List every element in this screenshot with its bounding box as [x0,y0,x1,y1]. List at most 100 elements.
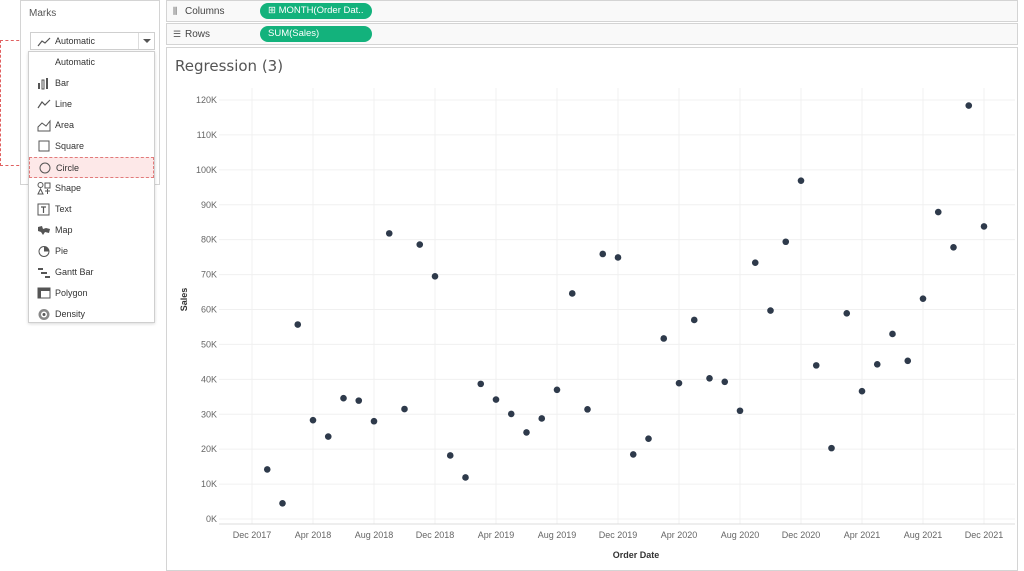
data-point[interactable] [904,357,912,365]
x-tick-label: Apr 2019 [478,530,515,540]
data-point[interactable] [751,259,759,267]
menu-item-text[interactable]: Text [29,199,154,220]
menu-item-polygon[interactable]: Polygon [29,283,154,304]
y-tick-label: 110K [197,130,217,140]
data-point[interactable] [629,451,637,458]
data-point[interactable] [889,330,896,338]
data-point[interactable] [385,230,393,237]
data-point[interactable] [340,394,347,402]
menu-item-bar[interactable]: Bar [29,73,154,94]
text-icon [37,203,51,216]
x-tick-label: Aug 2021 [904,530,943,540]
x-axis-title: Order Date [613,550,660,560]
chart-grid [219,88,1015,525]
area-icon [37,119,51,132]
density-icon [37,308,51,321]
x-tick-label: Apr 2018 [295,530,332,540]
data-point[interactable] [873,361,881,368]
data-points [263,102,988,507]
data-point[interactable] [828,444,835,452]
data-point[interactable] [980,223,988,230]
menu-item-circle[interactable]: Circle [29,157,154,178]
data-point[interactable] [950,244,957,251]
data-point[interactable] [263,466,271,473]
chevron-down-icon[interactable] [138,33,154,49]
data-point[interactable] [965,102,973,109]
x-tick-label: Apr 2021 [844,530,881,540]
rows-shelf[interactable]: ☰ Rows SUM(Sales) [166,23,1018,45]
data-point[interactable] [462,474,469,481]
columns-shelf[interactable]: ⫼ Columns ⊞ MONTH(Order Dat.. [166,0,1018,22]
data-point[interactable] [355,397,363,404]
data-point[interactable] [767,307,774,314]
marks-card-title: Marks [29,8,57,19]
menu-item-label: Density [55,309,86,319]
data-point[interactable] [934,208,942,216]
x-tick-label: Dec 2020 [782,530,821,540]
menu-item-map[interactable]: Map [29,220,154,241]
menu-item-label: Pie [55,246,69,256]
menu-item-square[interactable]: Square [29,136,154,157]
data-point[interactable] [599,250,607,258]
columns-shelf-label: Columns [185,6,225,17]
data-point[interactable] [706,374,713,382]
menu-item-automatic[interactable]: Automatic [29,52,154,73]
menu-item-pie[interactable]: Pie [29,241,154,262]
data-point[interactable] [675,379,683,387]
data-point[interactable] [919,295,927,302]
data-point[interactable] [279,499,286,507]
y-tick-label: 50K [201,339,217,349]
data-point[interactable] [614,254,622,261]
menu-item-label: Bar [55,78,70,88]
menu-item-gantt-bar[interactable]: Gantt Bar [29,262,154,283]
data-point[interactable] [736,407,744,415]
data-point[interactable] [568,290,576,297]
x-tick-label: Aug 2018 [355,530,394,540]
data-point[interactable] [477,380,485,388]
x-tick-label: Apr 2020 [661,530,698,540]
data-point[interactable] [523,429,530,436]
menu-item-label: Area [55,120,75,130]
data-point[interactable] [584,406,591,413]
data-point[interactable] [538,415,546,422]
data-point[interactable] [370,417,378,425]
rows-pill[interactable]: SUM(Sales) [260,26,372,42]
data-point[interactable] [721,378,729,386]
data-point[interactable] [416,241,424,248]
data-point[interactable] [843,310,851,317]
x-tick-label: Dec 2017 [233,530,272,540]
data-point[interactable] [492,396,500,403]
data-point[interactable] [812,362,820,369]
x-tick-label: Aug 2019 [538,530,577,540]
data-point[interactable] [782,238,790,246]
mark-type-selected-label: Automatic [55,36,96,46]
menu-item-area[interactable]: Area [29,115,154,136]
data-point[interactable] [294,321,302,328]
columns-pill[interactable]: ⊞ MONTH(Order Dat.. [260,3,372,19]
x-axis-ticks: Dec 2017 Apr 2018 Aug 2018 Dec 2018 Apr 2019… [233,530,1004,540]
y-tick-label: 30K [201,409,217,419]
menu-item-shape[interactable]: Shape [29,178,154,199]
data-point[interactable] [858,387,866,395]
data-point[interactable] [401,405,408,413]
data-point[interactable] [645,435,652,442]
menu-item-line[interactable]: Line [29,94,154,115]
mark-type-dropdown[interactable]: Automatic [30,32,155,50]
data-point[interactable] [446,452,454,459]
data-point[interactable] [507,410,515,418]
mark-type-menu: Automatic Bar Line Area Square Circle Sh… [28,51,155,323]
menu-item-label: Gantt Bar [55,267,94,277]
data-point[interactable] [324,433,332,440]
gantt-bar-icon [37,266,51,279]
menu-item-density[interactable]: Density [29,304,154,325]
data-point[interactable] [431,273,439,280]
data-point[interactable] [660,335,668,342]
data-point[interactable] [553,386,561,394]
data-point[interactable] [309,416,317,424]
menu-item-label: Shape [55,183,82,193]
data-point[interactable] [797,177,805,184]
x-tick-label: Aug 2020 [721,530,760,540]
drag-indicator-left [0,40,1,166]
data-point[interactable] [690,316,698,324]
menu-item-label: Polygon [55,288,88,298]
